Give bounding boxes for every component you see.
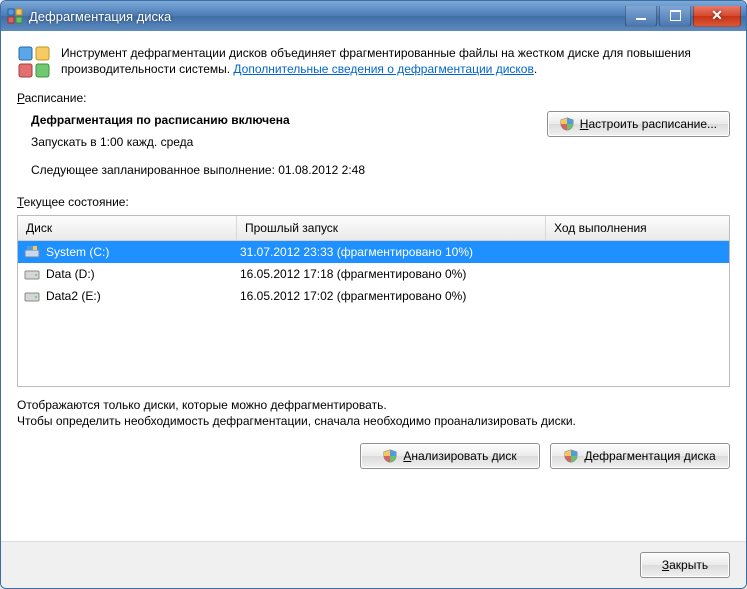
titlebar: Дефрагментация диска ✕ [1,1,746,31]
footer: Закрыть [1,542,746,588]
disk-name-cell: System (C:) [18,244,234,260]
disk-name-cell: Data2 (E:) [18,288,234,304]
schedule-row: Дефрагментация по расписанию включена За… [17,111,730,179]
help-link[interactable]: Дополнительные сведения о дефрагментации… [233,62,533,76]
configure-schedule-button[interactable]: Настроить расписание... [547,111,730,137]
disk-name: System (C:) [46,245,109,259]
col-header-disk[interactable]: Диск [18,216,237,240]
col-header-progress[interactable]: Ход выполнения [546,216,729,240]
hard-drive-icon [24,266,40,282]
schedule-run-at: Запускать в 1:00 кажд. среда [31,133,365,151]
defragment-disk-button[interactable]: Дефрагментация диска [550,443,730,469]
table-row[interactable]: Data (D:) 16.05.2012 17:18 (фрагментирова… [18,263,729,285]
hint-line-1: Отображаются только диски, которые можно… [17,397,730,413]
schedule-section-label: Расписание: [17,91,730,105]
hints-text: Отображаются только диски, которые можно… [17,397,730,429]
table-row[interactable]: System (C:) 31.07.2012 23:33 (фрагментиро… [18,241,729,263]
window-controls: ✕ [624,6,742,27]
table-row[interactable]: Data2 (E:) 16.05.2012 17:02 (фрагментиров… [18,285,729,307]
schedule-next-run: Следующее запланированное выполнение: 01… [31,161,365,179]
disk-table-header: Диск Прошлый запуск Ход выполнения [18,216,729,241]
system-drive-icon [24,244,40,260]
maximize-button[interactable] [659,6,691,27]
defrag-app-icon [7,8,23,24]
intro-suffix: . [534,62,537,76]
defrag-large-icon [17,45,51,79]
shield-icon [560,117,574,131]
schedule-enabled-text: Дефрагментация по расписанию включена [31,111,365,129]
disk-table: Диск Прошлый запуск Ход выполнения Syste… [17,215,730,387]
close-button[interactable]: Закрыть [640,552,730,578]
content-area: Инструмент дефрагментации дисков объедин… [1,31,746,529]
minimize-button[interactable] [625,6,657,27]
last-run-cell: 16.05.2012 17:18 (фрагментировано 0%) [234,267,540,281]
shield-icon [383,449,397,463]
disk-name: Data2 (E:) [46,289,101,303]
disk-name-cell: Data (D:) [18,266,234,282]
disk-name: Data (D:) [46,267,95,281]
hint-line-2: Чтобы определить необходимость дефрагмен… [17,413,730,429]
intro-section: Инструмент дефрагментации дисков объедин… [17,45,730,79]
disk-table-body: System (C:) 31.07.2012 23:33 (фрагментиро… [18,241,729,386]
schedule-info: Дефрагментация по расписанию включена За… [17,111,365,179]
col-header-last-run[interactable]: Прошлый запуск [237,216,546,240]
current-state-label: Текущее состояние: [17,195,730,209]
window-title: Дефрагментация диска [29,9,624,24]
intro-text: Инструмент дефрагментации дисков объедин… [61,45,730,77]
last-run-cell: 31.07.2012 23:33 (фрагментировано 10%) [234,245,540,259]
last-run-cell: 16.05.2012 17:02 (фрагментировано 0%) [234,289,540,303]
analyze-disk-button[interactable]: Анализировать диск [360,443,540,469]
close-window-button[interactable]: ✕ [693,6,741,27]
window-root: Дефрагментация диска ✕ Инструмент дефраг… [0,0,747,589]
shield-icon [564,449,578,463]
action-buttons-row: Анализировать диск Дефрагментация диска [17,443,730,469]
hard-drive-icon [24,288,40,304]
